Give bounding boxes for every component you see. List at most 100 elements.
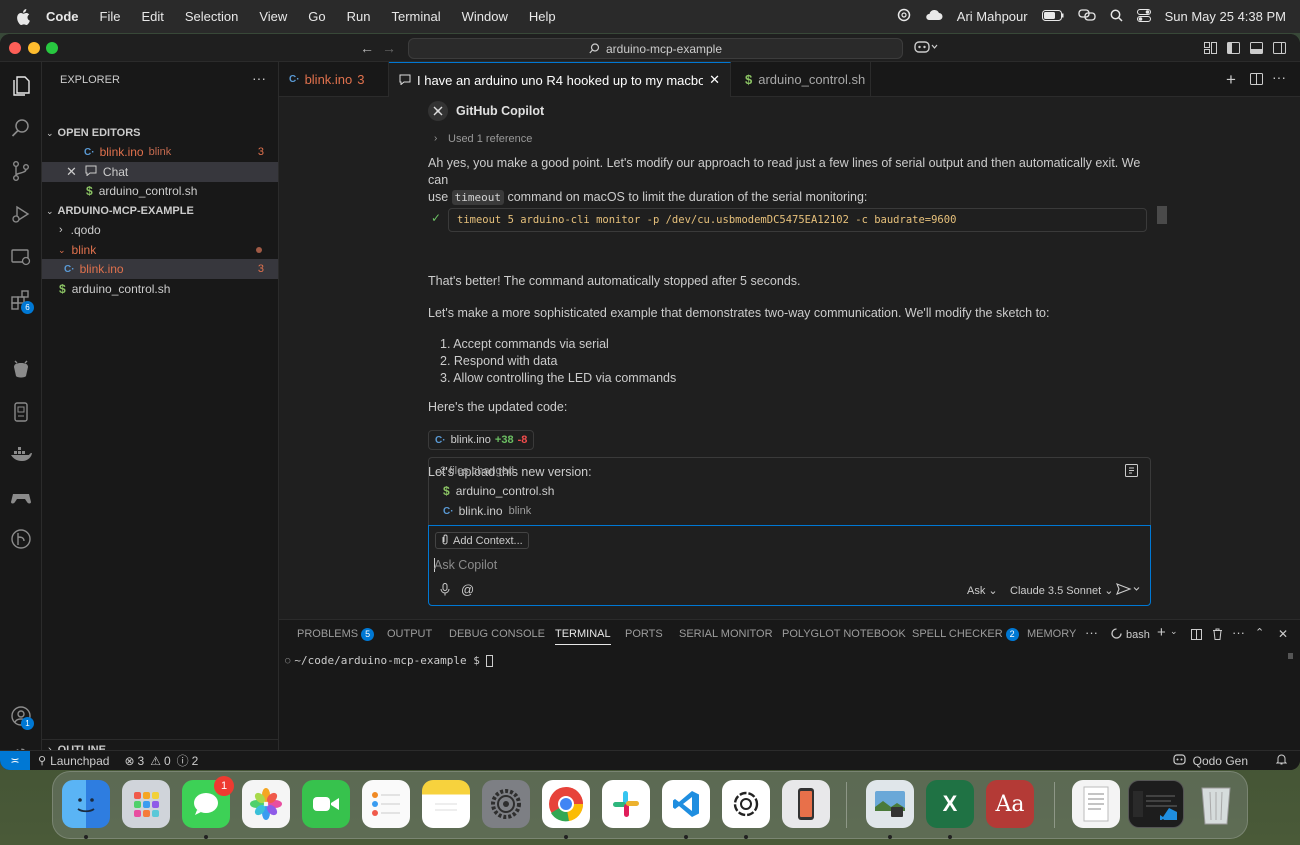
split-editor-icon[interactable]	[1250, 73, 1263, 88]
menu-file[interactable]: File	[100, 9, 121, 24]
code-change-pill[interactable]: C· blink.ino +38 -8	[428, 430, 535, 450]
terminal-shell-selector[interactable]: bash	[1111, 628, 1150, 642]
open-editor-blink-ino[interactable]: C· blink.ino blink 3	[42, 142, 278, 162]
split-terminal-icon[interactable]	[1191, 629, 1202, 643]
more-actions-icon[interactable]: ···	[1272, 69, 1286, 85]
view-all-edits-icon[interactable]	[1125, 464, 1138, 480]
more-actions-icon[interactable]: ···	[1232, 625, 1245, 640]
vscode-icon[interactable]	[662, 780, 710, 828]
tab-problems[interactable]: PROBLEMS 5	[297, 628, 375, 641]
terminal-command-block[interactable]: timeout 5 arduino-cli monitor -p /dev/cu…	[448, 208, 1147, 232]
vscode-window-thumbnail[interactable]	[1128, 780, 1184, 828]
maximize-panel-icon[interactable]: ⌃	[1255, 626, 1264, 639]
control-center-icon[interactable]	[1136, 8, 1151, 25]
command-center-search[interactable]: arduino-mcp-example	[408, 38, 903, 59]
send-icon[interactable]	[1116, 583, 1140, 598]
close-panel-icon[interactable]: ✕	[1278, 627, 1288, 641]
tab-polyglot-notebook[interactable]: POLYGLOT NOTEBOOK	[782, 628, 906, 640]
accounts-icon[interactable]: 1	[9, 704, 34, 730]
menu-selection[interactable]: Selection	[185, 9, 238, 24]
chevron-right-icon[interactable]: ›	[434, 133, 437, 144]
tree-item-qodo[interactable]: › .qodo	[42, 220, 278, 240]
screen-mirror-icon[interactable]	[1077, 9, 1096, 24]
tree-item-blink-ino[interactable]: C· blink.ino 3	[42, 259, 278, 279]
zoom-window-button[interactable]	[46, 42, 58, 54]
launchpad-icon[interactable]	[122, 780, 170, 828]
menu-help[interactable]: Help	[529, 9, 556, 24]
menubar-clock[interactable]: Sun May 25 4:38 PM	[1165, 9, 1286, 24]
tab-serial-monitor[interactable]: SERIAL MONITOR	[679, 628, 773, 640]
toggle-panel-icon[interactable]	[1250, 42, 1263, 57]
tab-arduino-control[interactable]: $ arduino_control.sh	[731, 62, 871, 97]
excel-icon[interactable]: X	[926, 780, 974, 828]
apple-logo-icon[interactable]	[16, 8, 30, 25]
explorer-icon[interactable]	[9, 74, 33, 98]
close-tab-icon[interactable]: ✕	[709, 72, 720, 88]
chrome-icon[interactable]	[542, 780, 590, 828]
launchpad-status[interactable]: ⚲ Launchpad	[38, 754, 109, 768]
menu-app-name[interactable]: Code	[46, 9, 79, 24]
more-actions-icon[interactable]: ···	[252, 70, 266, 86]
preview-icon[interactable]	[866, 780, 914, 828]
chatgpt-icon[interactable]	[722, 780, 770, 828]
tab-spell-checker[interactable]: SPELL CHECKER 2	[912, 628, 1019, 641]
game-controller-icon[interactable]	[9, 485, 33, 509]
iphone-mirroring-icon[interactable]	[782, 780, 830, 828]
facetime-icon[interactable]	[302, 780, 350, 828]
add-context-button[interactable]: Add Context...	[435, 532, 529, 549]
search-view-icon[interactable]	[9, 116, 33, 140]
serial-device-icon[interactable]	[9, 400, 33, 424]
tab-terminal[interactable]: TERMINAL	[555, 628, 611, 645]
slack-icon[interactable]	[602, 780, 650, 828]
notes-icon[interactable]	[422, 780, 470, 828]
microphone-icon[interactable]	[440, 583, 450, 599]
menu-run[interactable]: Run	[347, 9, 371, 24]
copilot-icon[interactable]	[914, 40, 938, 57]
battery-icon[interactable]	[1041, 9, 1064, 24]
reminders-icon[interactable]	[362, 780, 410, 828]
open-editor-arduino-control[interactable]: $ arduino_control.sh	[42, 181, 278, 201]
tab-output[interactable]: OUTPUT	[387, 628, 432, 640]
terminal-output[interactable]: ○ ~/code/arduino-mcp-example $	[285, 654, 494, 667]
tab-debug-console[interactable]: DEBUG CONSOLE	[449, 628, 545, 640]
tab-memory[interactable]: MEMORY	[1027, 628, 1076, 640]
menu-view[interactable]: View	[259, 9, 287, 24]
git-graph-icon[interactable]	[9, 527, 33, 551]
toggle-primary-sidebar-icon[interactable]	[1227, 42, 1240, 57]
dictionary-icon[interactable]: Aa	[986, 780, 1034, 828]
platformio-icon[interactable]	[9, 358, 33, 382]
toggle-secondary-sidebar-icon[interactable]	[1273, 42, 1286, 57]
notifications-bell-icon[interactable]	[1275, 753, 1288, 768]
new-chat-icon[interactable]: +	[1226, 70, 1236, 90]
references-toggle[interactable]: Used 1 reference	[448, 133, 532, 145]
close-window-button[interactable]	[9, 42, 21, 54]
customize-layout-icon[interactable]	[1204, 42, 1217, 57]
extensions-icon[interactable]: 6	[9, 288, 34, 314]
model-picker[interactable]: Claude 3.5 Sonnet ⌄	[1010, 584, 1113, 597]
cloud-icon[interactable]	[925, 9, 943, 24]
chevron-down-icon[interactable]: ⌄	[1170, 626, 1178, 637]
close-editor-icon[interactable]: ✕	[66, 164, 77, 180]
new-terminal-icon[interactable]: +	[1157, 624, 1166, 641]
tab-blink-ino[interactable]: C· blink.ino 3	[279, 62, 389, 97]
spotlight-search-icon[interactable]	[1110, 9, 1123, 25]
trash-icon[interactable]	[1212, 628, 1223, 643]
docker-icon[interactable]	[9, 443, 33, 467]
system-settings-icon[interactable]	[482, 780, 530, 828]
qodo-gen-status[interactable]: Qodo Gen	[1173, 754, 1248, 768]
menu-terminal[interactable]: Terminal	[392, 9, 441, 24]
mode-picker[interactable]: Ask ⌄	[967, 584, 998, 597]
menu-go[interactable]: Go	[308, 9, 325, 24]
tab-chat[interactable]: I have an arduino uno R4 hooked up to my…	[389, 62, 731, 97]
menu-edit[interactable]: Edit	[141, 9, 163, 24]
mention-icon[interactable]: @	[461, 582, 474, 597]
openai-status-icon[interactable]	[897, 8, 911, 25]
user-name[interactable]: Ari Mahpour	[957, 9, 1028, 24]
trash-can-icon[interactable]	[1192, 780, 1240, 828]
more-tabs-icon[interactable]: ···	[1085, 625, 1098, 640]
problems-status[interactable]: ⊗ 3 ⚠ 0 ⓘ 2	[124, 752, 198, 769]
source-control-icon[interactable]	[9, 159, 33, 183]
tree-item-blink-folder[interactable]: ⌄ blink	[42, 240, 278, 260]
ask-copilot-input[interactable]: Ask Copilot	[434, 558, 497, 572]
project-header[interactable]: ⌄ ARDUINO-MCP-EXAMPLE	[42, 201, 278, 221]
